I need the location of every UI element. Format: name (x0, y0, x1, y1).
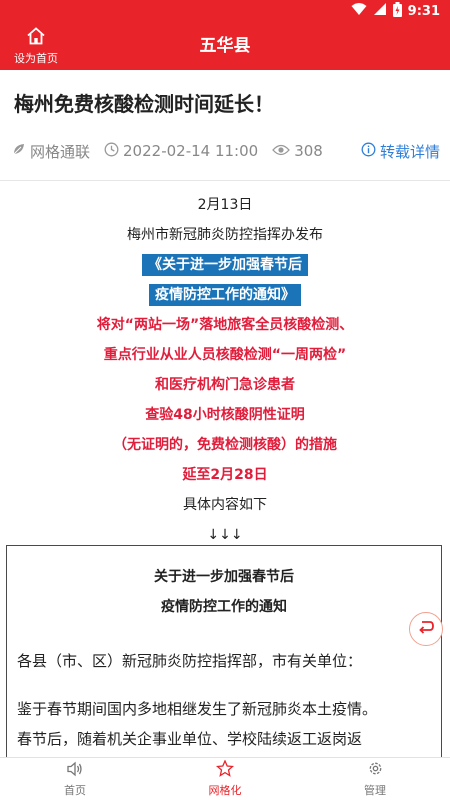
notice-body-line-2: 春节后，随着机关企事业单位、学校陆续返工返岗返 (17, 730, 363, 748)
publish-time: 2022-02-14 11:00 (104, 142, 258, 161)
eye-icon (272, 142, 291, 160)
source-label: 网格通联 (30, 142, 91, 161)
set-homepage-label: 设为首页 (14, 51, 58, 65)
leaf-icon (12, 142, 26, 160)
view-count: 308 (272, 142, 323, 160)
poster-red-line-6: 延至2月28日 (182, 467, 268, 483)
poster-red-line-3: 和医疗机构门急诊患者 (155, 377, 295, 393)
signal-icon (373, 2, 387, 20)
article-poster: 2月13日 梅州市新冠肺炎防控指挥办发布 《关于进一步加强春节后 疫情防控工作的… (0, 190, 450, 550)
view-count-value: 308 (294, 142, 323, 160)
page-title: 五华县 (199, 36, 251, 56)
back-button[interactable] (409, 612, 443, 646)
poster-red-line-5: （无证明的，免费检测核酸）的措施 (113, 437, 337, 453)
notice-salutation: 各县（市、区）新冠肺炎防控指挥部，市有关单位： (17, 652, 363, 670)
repost-details-label: 转载详情 (379, 142, 440, 161)
info-icon (361, 142, 376, 161)
poster-red-line-4: 查验48小时核酸阴性证明 (145, 407, 305, 423)
tab-grid[interactable]: 网格化 (150, 758, 300, 800)
set-homepage-button[interactable]: 设为首页 (8, 26, 64, 66)
poster-details-line: 具体内容如下 (183, 497, 267, 513)
speaker-icon (66, 761, 84, 780)
poster-red-line-1: 将对“两站一场”落地旅客全员核酸检测、 (96, 317, 354, 333)
wifi-icon (351, 2, 367, 20)
poster-red-line-2: 重点行业从业人员核酸检测“一周两检” (103, 347, 347, 363)
status-bar: 9:31 (0, 0, 450, 22)
repost-details-link[interactable]: 转载详情 (361, 141, 440, 162)
notice-box: 关于进一步加强春节后 疫情防控工作的通知 各县（市、区）新冠肺炎防控指挥部，市有… (6, 545, 442, 765)
divider (0, 180, 450, 181)
poster-highlight-line-1: 《关于进一步加强春节后 (142, 254, 308, 276)
notice-body-line-1: 鉴于春节期间国内多地相继发生了新冠肺炎本土疫情。 (17, 700, 378, 718)
poster-date: 2月13日 (197, 197, 253, 213)
poster-highlight-line-2: 疫情防控工作的通知》 (149, 284, 301, 306)
home-icon (26, 26, 46, 49)
app-bar: 设为首页 五华县 (0, 22, 450, 70)
poster-issuer: 梅州市新冠肺炎防控指挥办发布 (127, 227, 323, 243)
tab-home[interactable]: 首页 (0, 758, 150, 800)
tab-grid-label: 网格化 (208, 784, 242, 797)
notice-title-line-1: 关于进一步加强春节后 (154, 569, 294, 585)
battery-icon (392, 1, 402, 21)
article-meta: 网格通联 2022-02-14 11:00 308 转载详情 (12, 138, 440, 164)
article-title: 梅州免费核酸检测时间延长！ (14, 92, 274, 116)
notice-title-line-2: 疫情防控工作的通知 (161, 599, 287, 615)
gear-icon (367, 760, 384, 780)
tab-manage[interactable]: 管理 (300, 758, 450, 800)
source: 网格通联 (12, 141, 90, 162)
return-icon (417, 619, 435, 639)
publish-datetime: 2022-02-14 11:00 (123, 142, 259, 160)
clock-icon (104, 142, 119, 161)
status-time: 9:31 (407, 3, 440, 19)
tab-manage-label: 管理 (364, 784, 386, 797)
tab-home-label: 首页 (64, 783, 86, 797)
bottom-tab-bar: 首页 网格化 管理 (0, 757, 450, 800)
star-icon (215, 759, 235, 780)
